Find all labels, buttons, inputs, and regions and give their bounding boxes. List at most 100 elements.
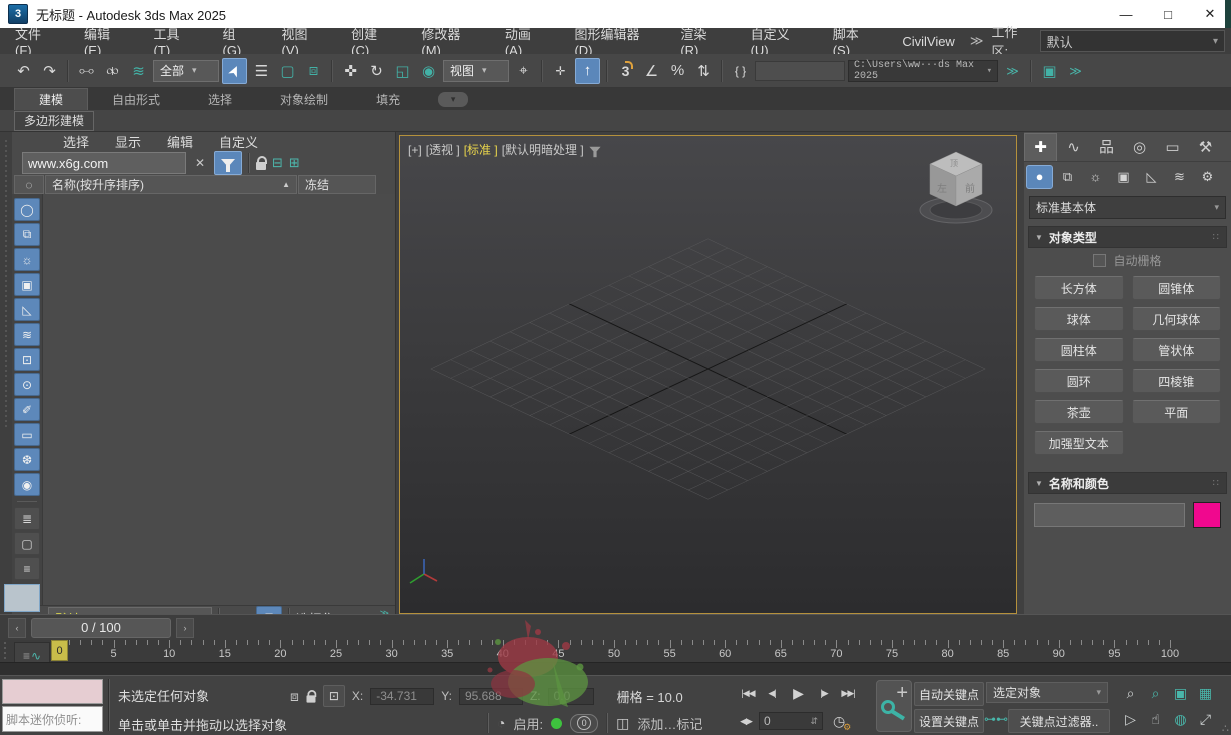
clear-search-icon[interactable]: ✕ — [192, 156, 208, 170]
geometry-category[interactable]: ● — [1026, 164, 1053, 189]
menu-item-7[interactable]: 动画(A) — [490, 27, 560, 58]
key-filters-button[interactable]: 关键点过滤器.. — [1008, 709, 1110, 733]
menu-item-11[interactable]: 脚本(S) — [818, 27, 888, 58]
menu-overflow-icon[interactable]: ≫ — [970, 33, 984, 49]
polygon-modeling-panel-tab[interactable]: 多边形建模 — [14, 110, 95, 131]
viewcube-left-label[interactable]: 左 — [937, 182, 947, 195]
detail-view-icon[interactable]: ≡ — [14, 557, 40, 580]
pan-icon[interactable]: ☝ — [1143, 706, 1168, 732]
object-button-四棱锥[interactable]: 四棱锥 — [1131, 369, 1221, 393]
workspace-dropdown[interactable]: 默认 ▾ — [1039, 30, 1225, 52]
display-geometry-icon[interactable]: ◯ — [14, 198, 40, 221]
select-and-move-icon[interactable]: ✜ — [339, 59, 362, 83]
zoom-extents-icon[interactable]: ▣ — [1168, 680, 1193, 706]
frame-counter[interactable]: 0 / 100 — [31, 617, 171, 638]
menu-item-4[interactable]: 视图(V) — [267, 27, 337, 58]
select-and-rotate-icon[interactable]: ↻ — [365, 59, 388, 83]
menu-item-12[interactable]: CivilView — [887, 28, 970, 54]
percent-snap-icon[interactable]: % — [666, 59, 689, 83]
viewport-general-menu[interactable]: [+] — [408, 143, 422, 157]
field-of-view-icon[interactable]: ▷ — [1118, 706, 1143, 732]
name-color-rollout[interactable]: ▼ 名称和颜色 ∷ — [1028, 472, 1227, 494]
absolute-mode-icon[interactable]: ⊡ — [322, 685, 345, 707]
object-color-swatch[interactable] — [1193, 502, 1221, 528]
go-to-end-button[interactable]: ▶▶| — [837, 683, 859, 703]
named-selection-sets-field[interactable] — [755, 60, 845, 81]
name-column-header[interactable]: 名称(按升序排序) ▲ — [45, 175, 297, 194]
scene-object-list[interactable] — [43, 194, 395, 605]
menu-item-1[interactable]: 编辑(E) — [69, 27, 139, 58]
ribbon-tab-自由形式[interactable]: 自由形式 — [88, 89, 184, 110]
object-button-圆环[interactable]: 圆环 — [1034, 369, 1124, 393]
select-object-icon[interactable]: ➤ — [222, 57, 247, 84]
object-button-几何球体[interactable]: 几何球体 — [1131, 307, 1221, 331]
quick-access-overflow-icon[interactable]: ≫ — [1064, 59, 1087, 83]
menu-item-3[interactable]: 组(G) — [207, 27, 266, 58]
object-button-加强型文本[interactable]: 加强型文本 — [1034, 431, 1124, 455]
systems-category[interactable]: ⚙ — [1194, 165, 1221, 189]
unlink-selection-icon[interactable]: ⧞ — [101, 59, 124, 83]
auto-key-button[interactable]: 自动关键点 — [914, 682, 984, 706]
redo-icon[interactable]: ↷ — [38, 59, 61, 83]
display-materials-icon[interactable]: ▭ — [14, 423, 40, 446]
motion-tab[interactable]: ◎ — [1123, 133, 1156, 161]
key-selection-dropdown[interactable]: 选定对象 ▾ — [986, 682, 1108, 703]
create-tab[interactable]: ✚ — [1024, 132, 1057, 161]
resize-grip-icon[interactable]: ∴ — [1222, 722, 1229, 735]
security-count-button[interactable]: 0 — [570, 713, 599, 733]
helpers-category[interactable]: ◺ — [1138, 165, 1165, 189]
maxscript-listener-output[interactable] — [2, 679, 103, 704]
object-button-长方体[interactable]: 长方体 — [1034, 276, 1124, 300]
modify-tab[interactable]: ∿ — [1057, 133, 1090, 161]
perspective-viewport[interactable]: [+] [透视 ] [标准 ] [默认明暗处理 ] 顶 左 前 — [399, 135, 1017, 614]
display-groups-icon[interactable]: ⊡ — [14, 348, 40, 371]
select-and-link-icon[interactable]: ⧟ — [75, 59, 98, 83]
explorer-menu-2[interactable]: 编辑 — [154, 132, 206, 151]
zoom-all-icon[interactable]: ⌕ — [1143, 680, 1168, 706]
y-coordinate-field[interactable]: 95.688 — [458, 687, 523, 705]
zoom-icon[interactable]: ⌕ — [1118, 680, 1143, 706]
select-by-name-icon[interactable]: ☰ — [250, 59, 273, 83]
lights-category[interactable]: ☼ — [1082, 165, 1109, 189]
viewcube-front-label[interactable]: 前 — [965, 182, 975, 195]
play-button[interactable]: ▶ — [785, 683, 811, 703]
object-button-圆锥体[interactable]: 圆锥体 — [1131, 276, 1221, 300]
display-cameras-icon[interactable]: ▣ — [14, 273, 40, 296]
project-path-dropdown[interactable]: C:\Users\ww···ds Max 2025 ▾ — [848, 59, 998, 82]
object-button-茶壶[interactable]: 茶壶 — [1034, 400, 1124, 424]
menu-item-8[interactable]: 图形编辑器(D) — [559, 27, 665, 58]
window-crossing-icon[interactable]: ⧈ — [302, 59, 325, 83]
object-name-input[interactable] — [1034, 503, 1185, 527]
current-frame-marker[interactable]: 0 — [51, 640, 68, 661]
object-button-圆柱体[interactable]: 圆柱体 — [1034, 338, 1124, 362]
hierarchy-tab[interactable]: 品 — [1090, 133, 1123, 161]
blank-view-icon[interactable]: ▢ — [14, 532, 40, 555]
snap-toggle-icon[interactable]: 3 — [614, 59, 637, 83]
menu-item-9[interactable]: 渲染(R) — [665, 27, 735, 58]
keyable-icons[interactable]: ⊶ ⊷ — [984, 712, 1008, 726]
track-bar[interactable]: ≡∿ 0 5 10 15 20 25 30 35 40 45 50 55 60 65 70 75 80 85 90 9… — [0, 640, 1231, 676]
spinner-icon[interactable]: ⇵ — [810, 716, 818, 727]
object-button-平面[interactable]: 平面 — [1131, 400, 1221, 424]
reference-coordinate-dropdown[interactable]: 视图 ▾ — [443, 59, 509, 82]
autosave-icon[interactable]: ▣ — [1038, 59, 1061, 83]
selection-lock-icon[interactable] — [306, 689, 317, 703]
bind-to-spacewarp-icon[interactable]: ≋ — [127, 59, 150, 83]
select-and-manipulate-icon[interactable]: ✛ — [549, 59, 572, 83]
per-view-filter-icon[interactable] — [589, 146, 601, 157]
viewport-pov-menu[interactable]: [透视 ] — [426, 141, 460, 158]
menu-item-0[interactable]: 文件(F) — [0, 27, 69, 58]
current-frame-field[interactable]: 0 ⇵ — [759, 712, 823, 730]
ribbon-tab-对象绘制[interactable]: 对象绘制 — [256, 89, 352, 110]
lock-icon[interactable] — [256, 155, 267, 170]
viewport-shading-menu[interactable]: [默认明暗处理 ] — [502, 141, 584, 158]
timeline-ruler[interactable]: 0 5 10 15 20 25 30 35 40 45 50 55 60 65 70 75 80 85 90 95 10… — [48, 640, 1198, 662]
list-view-icon[interactable]: ≣ — [14, 507, 40, 530]
display-frozen-icon[interactable]: ❆ — [14, 448, 40, 471]
zoom-extents-all-icon[interactable]: ▦ — [1193, 680, 1218, 706]
set-keys-button[interactable]: + — [876, 680, 912, 732]
menu-item-10[interactable]: 自定义(U) — [736, 27, 818, 58]
display-bones-icon[interactable]: ✐ — [14, 398, 40, 421]
rectangular-selection-icon[interactable]: ▢ — [276, 59, 299, 83]
display-spacewarps-icon[interactable]: ≋ — [14, 323, 40, 346]
